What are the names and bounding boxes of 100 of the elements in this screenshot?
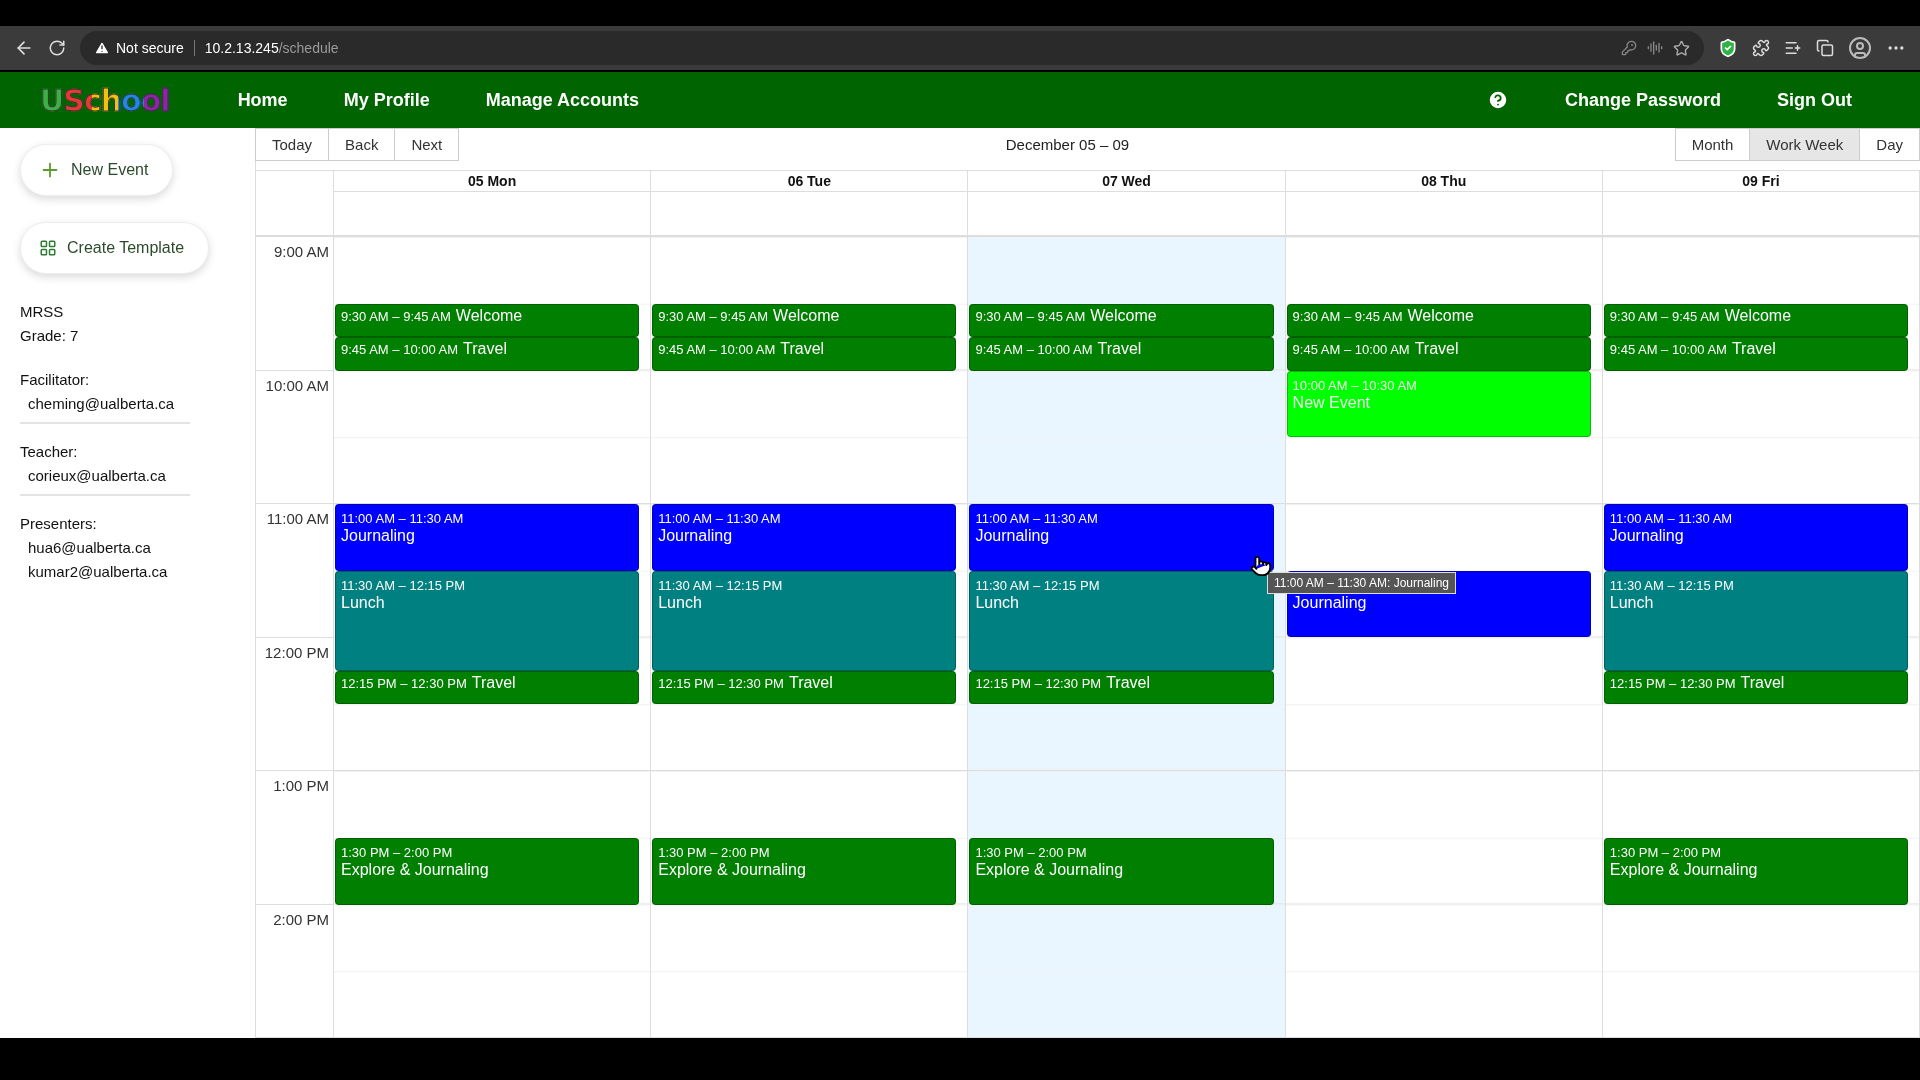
calendar-event[interactable]: 11:30 AM – 12:15 PM Lunch	[1603, 570, 1908, 671]
calendar-event[interactable]: 9:30 AM – 9:45 AM Welcome	[335, 303, 640, 338]
calendar-event[interactable]: 11:30 AM – 12:15 PM Lunch	[335, 570, 640, 671]
nav-link[interactable]: Manage Accounts	[457, 89, 668, 111]
view-tab[interactable]: Month	[1674, 128, 1751, 161]
event-title: Lunch	[1609, 593, 1654, 612]
event-title: Lunch	[341, 593, 385, 612]
key-icon[interactable]	[1621, 40, 1637, 56]
event-title: Welcome	[1724, 306, 1792, 325]
event-title: Explore & Journaling	[658, 860, 806, 879]
event-title: Journaling	[658, 527, 733, 545]
event-title: Explore & Journaling	[341, 860, 489, 879]
shield-icon[interactable]	[1718, 38, 1738, 58]
event-time: 1:30 PM – 2:00 PM	[975, 844, 1087, 860]
event-title: Journaling	[1292, 593, 1367, 612]
role-label: Presenters:	[20, 514, 98, 534]
event-time: 9:30 AM – 9:45 AM	[975, 308, 1086, 324]
event-title: Travel	[1097, 340, 1142, 359]
event-time: 11:00 AM – 11:30 AM	[658, 511, 781, 526]
event-title: Explore & Journaling	[1609, 860, 1758, 879]
toolbar-button[interactable]: Today	[255, 128, 330, 161]
event-title: Welcome	[1090, 306, 1157, 325]
calendar-event[interactable]: 9:30 AM – 9:45 AM Welcome	[652, 303, 957, 338]
email-text: corieux@ualberta.ca	[27, 466, 167, 486]
star-icon[interactable]	[1673, 39, 1690, 57]
event-title: Travel	[463, 340, 507, 359]
time-label: 9:00 AM	[256, 237, 333, 371]
calendar-event[interactable]: 11:00 AM – 11:30 AM Journaling	[652, 504, 957, 571]
time-label: 11:00 AM	[256, 504, 333, 638]
tooltip: 11:00 AM – 11:30 AM: Journaling	[1267, 572, 1456, 594]
event-time: 11:30 AM – 12:15 PM	[658, 577, 783, 593]
event-time: 11:30 AM – 12:15 PM	[1609, 577, 1734, 593]
event-title: Explore & Journaling	[975, 860, 1124, 879]
help-icon[interactable]	[1486, 89, 1509, 111]
nav-link[interactable]: Home	[209, 89, 316, 111]
event-title: Welcome	[455, 306, 523, 325]
event-time: 11:00 AM – 11:30 AM	[341, 511, 464, 526]
calendar-event[interactable]: 12:15 PM – 12:30 PM Travel	[652, 670, 957, 705]
toolbar-button[interactable]: Back	[328, 128, 396, 161]
event-time: 9:30 AM – 9:45 AM	[1609, 308, 1720, 324]
nav-link[interactable]: Sign Out	[1749, 89, 1880, 111]
profile-icon[interactable]	[1848, 36, 1872, 60]
calendar-event[interactable]: 9:30 AM – 9:45 AM Welcome	[1286, 303, 1591, 338]
event-time: 10:00 AM – 10:30 AM	[1292, 377, 1417, 393]
event-title: New Event	[1292, 393, 1370, 412]
calendar-event[interactable]: 9:30 AM – 9:45 AM Welcome	[1603, 303, 1908, 338]
event-time: 1:30 PM – 2:00 PM	[341, 844, 453, 860]
address-bar[interactable]: Not secure 10.2.13.245/schedule	[80, 31, 1704, 65]
calendar-event[interactable]: 12:15 PM – 12:30 PM Travel	[969, 670, 1274, 705]
event-title: Journaling	[341, 527, 415, 545]
view-tab[interactable]: Day	[1859, 128, 1920, 161]
event-title: Lunch	[658, 593, 702, 612]
calendar-event[interactable]: 9:45 AM – 10:00 AM Travel	[335, 337, 640, 371]
event-time: 9:30 AM – 9:45 AM	[341, 308, 451, 324]
favorites-icon[interactable]	[1784, 39, 1802, 57]
event-title: Travel	[471, 673, 516, 692]
calendar-event[interactable]: 1:30 PM – 2:00 PM Explore & Journaling	[969, 837, 1274, 905]
nav-link[interactable]: Change Password	[1536, 89, 1749, 111]
calendar-event[interactable]: 9:30 AM – 9:45 AM Welcome	[969, 303, 1274, 338]
calendar-event[interactable]: 12:15 PM – 12:30 PM Travel	[1603, 670, 1908, 705]
calendar-event[interactable]: 11:00 AM – 11:30 AM Journaling	[969, 504, 1274, 571]
calendar-event[interactable]: 1:30 PM – 2:00 PM Explore & Journaling	[652, 837, 957, 905]
new-event-button[interactable]: New Event	[20, 144, 174, 196]
calendar-event[interactable]: 11:30 AM – 12:15 PM Lunch	[969, 570, 1274, 671]
event-time: 12:15 PM – 12:30 PM	[1609, 675, 1736, 691]
toolbar-button[interactable]: Next	[394, 128, 460, 161]
event-time: 9:45 AM – 10:00 AM	[1609, 342, 1727, 358]
grade-label: Grade: 7	[20, 326, 79, 346]
collections-icon[interactable]	[1816, 39, 1834, 57]
calendar-event[interactable]: 9:45 AM – 10:00 AM Travel	[1286, 337, 1591, 371]
view-tab[interactable]: Work Week	[1749, 128, 1861, 161]
event-title: Travel	[1106, 673, 1150, 692]
reload-icon[interactable]	[48, 39, 66, 57]
event-time: 9:45 AM – 10:00 AM	[658, 342, 776, 358]
event-time: 9:30 AM – 9:45 AM	[1292, 308, 1403, 324]
calendar-event[interactable]: 1:30 PM – 2:00 PM Explore & Journaling	[335, 837, 640, 905]
event-time: 9:45 AM – 10:00 AM	[341, 342, 459, 358]
time-label: 12:00 PM	[256, 637, 333, 771]
event-time: 11:00 AM – 11:30 AM	[1609, 511, 1733, 526]
calendar-event[interactable]: 11:00 AM – 11:30 AM Journaling	[1603, 504, 1908, 571]
date-range: December 05 – 09	[1004, 135, 1131, 155]
security-label: Not secure	[116, 40, 184, 56]
event-title: Travel	[1731, 340, 1776, 359]
create-template-button[interactable]: Create Template	[20, 222, 210, 274]
event-time: 9:30 AM – 9:45 AM	[658, 308, 769, 324]
email-text: hua6@ualberta.ca	[27, 538, 152, 558]
puzzle-icon[interactable]	[1752, 39, 1770, 57]
calendar-event[interactable]: 9:45 AM – 10:00 AM Travel	[652, 337, 957, 371]
event-time: 9:45 AM – 10:00 AM	[975, 342, 1093, 358]
calendar-event[interactable]: 1:30 PM – 2:00 PM Explore & Journaling	[1603, 837, 1908, 905]
calendar-event[interactable]: 11:00 AM – 11:30 AM Journaling	[335, 504, 640, 571]
event-time: 9:45 AM – 10:00 AM	[1292, 342, 1410, 358]
nav-link[interactable]: My Profile	[315, 89, 458, 111]
calendar-event[interactable]: 9:45 AM – 10:00 AM Travel	[969, 337, 1274, 371]
calendar-event[interactable]: 9:45 AM – 10:00 AM Travel	[1603, 337, 1908, 371]
read-aloud-icon[interactable]	[1647, 40, 1663, 56]
event-time: 11:30 AM – 12:15 PM	[975, 577, 1100, 593]
calendar-event[interactable]: 11:30 AM – 12:15 PM Lunch	[652, 570, 957, 671]
time-label: 1:00 PM	[256, 771, 333, 905]
calendar-event[interactable]: 12:15 PM – 12:30 PM Travel	[335, 670, 640, 705]
